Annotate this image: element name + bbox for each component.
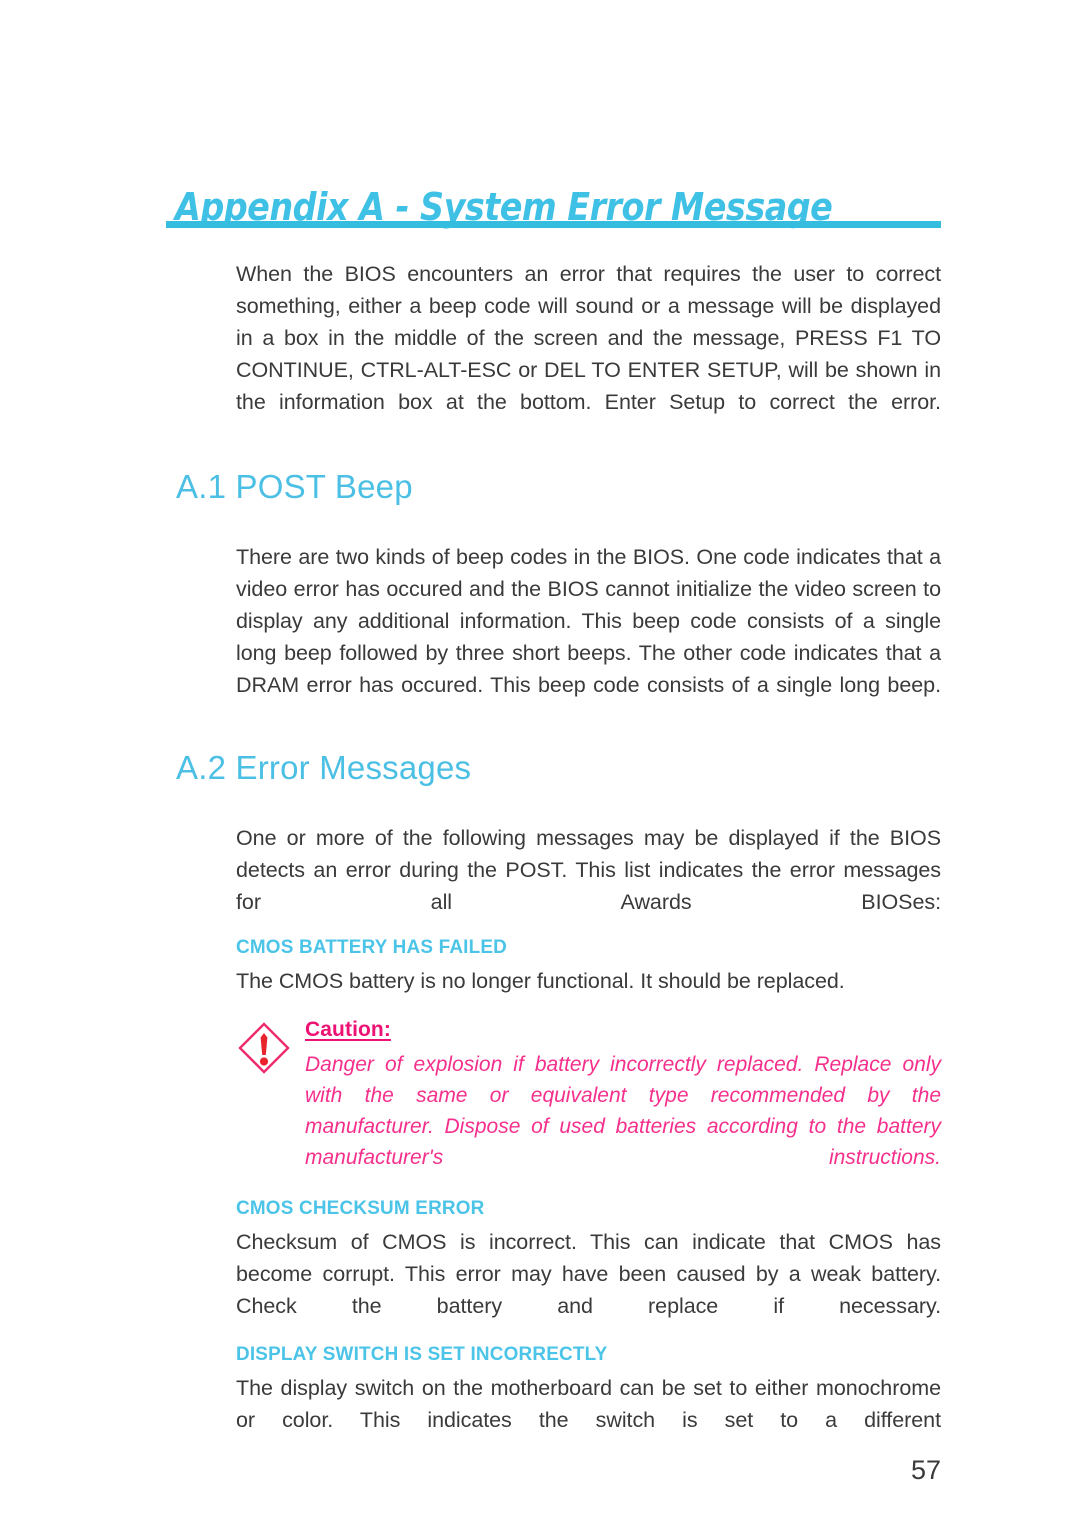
error-desc-display-switch-container: The display switch on the motherboard ca… bbox=[236, 1372, 941, 1468]
section-heading-a1: A.1 POST Beep bbox=[176, 468, 413, 505]
section-a2-paragraph: One or more of the following messages ma… bbox=[236, 826, 941, 914]
document-page: Appendix A - System Error Message When t… bbox=[0, 0, 1080, 1533]
caution-body: Caution: Danger of explosion if battery … bbox=[305, 1018, 941, 1204]
error-title-cmos-battery-has-failed: CMOS BATTERY HAS FAILED bbox=[236, 936, 508, 958]
error-desc-cmos-checksum-container: Checksum of CMOS is incorrect. This can … bbox=[236, 1226, 941, 1354]
section-a2-body-container: One or more of the following messages ma… bbox=[236, 822, 941, 950]
section-a1-body-container: There are two kinds of beep codes in the… bbox=[236, 541, 941, 733]
error-title-cmos-checksum-error: CMOS CHECKSUM ERROR bbox=[236, 1197, 485, 1219]
page-number: 57 bbox=[910, 1455, 941, 1485]
section-heading-a2: A.2 Error Messages bbox=[176, 749, 472, 786]
error-description-cmos-checksum-error: Checksum of CMOS is incorrect. This can … bbox=[236, 1230, 941, 1318]
error-description-display-switch-is-set-incorrectly: The display switch on the motherboard ca… bbox=[236, 1376, 941, 1432]
caution-text: Danger of explosion if battery incorrect… bbox=[305, 1053, 941, 1169]
title-underline-rule bbox=[166, 221, 941, 228]
section-a1-paragraph: There are two kinds of beep codes in the… bbox=[236, 545, 941, 697]
intro-paragraph: When the BIOS encounters an error that r… bbox=[236, 262, 941, 414]
error-title-display-switch-is-set-incorrectly: DISPLAY SWITCH IS SET INCORRECTLY bbox=[236, 1343, 608, 1365]
error-desc-cmos-battery-container: The CMOS battery is no longer functional… bbox=[236, 965, 941, 997]
caution-label: Caution: bbox=[305, 1018, 391, 1041]
error-description-cmos-battery-has-failed: The CMOS battery is no longer functional… bbox=[236, 969, 845, 993]
intro-paragraph-container: When the BIOS encounters an error that r… bbox=[236, 258, 941, 450]
caution-diamond-icon bbox=[238, 1022, 290, 1074]
